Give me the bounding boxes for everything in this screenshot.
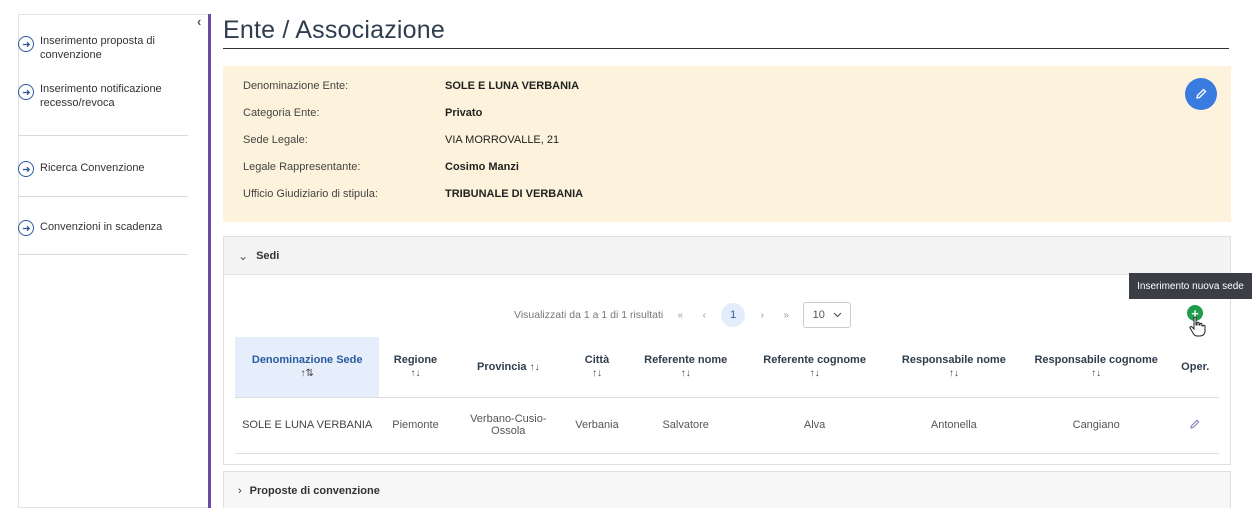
sidebar-item-label: Ricerca Convenzione	[40, 162, 145, 174]
page-size-value: 10	[812, 309, 825, 321]
cell-responsabile-cognome: Cangiano	[1020, 397, 1172, 454]
cell-oper	[1171, 397, 1219, 454]
sedi-header-label: Sedi	[256, 249, 280, 262]
sidebar-item-ricerca-convenzione[interactable]: Ricerca Convenzione	[18, 159, 145, 177]
info-value: Cosimo Manzi	[445, 161, 519, 173]
edit-ente-button[interactable]	[1185, 78, 1217, 110]
info-label: Ufficio Giudiziario di stipula:	[243, 188, 378, 200]
info-value: VIA MORROVALLE, 21	[445, 134, 560, 146]
cell-citta: Verbania	[565, 397, 629, 454]
arrow-right-circle-icon	[18, 161, 34, 177]
sidebar-item-inserimento-notificazione[interactable]: Inserimento notificazione recesso/revoca	[18, 82, 162, 110]
info-row-denominazione: Denominazione Ente: SOLE E LUNA VERBANIA	[243, 80, 579, 92]
sort-icon: ↑↓	[529, 361, 540, 373]
ente-info-panel: Denominazione Ente: SOLE E LUNA VERBANIA…	[223, 66, 1231, 222]
sort-icon: ↑↓	[1091, 368, 1102, 380]
add-sede-tooltip: Inserimento nuova sede	[1129, 273, 1252, 299]
pencil-icon	[1196, 88, 1207, 99]
sidebar-separator	[18, 135, 188, 136]
sort-icon: ↑↓	[948, 368, 959, 380]
info-label: Denominazione Ente:	[243, 80, 349, 92]
sort-icon: ↑↓	[809, 368, 820, 380]
title-divider	[223, 48, 1229, 49]
info-label: Legale Rappresentante:	[243, 161, 361, 173]
col-citta[interactable]: Città ↑↓	[565, 337, 629, 398]
chevron-down-icon	[833, 312, 842, 318]
arrow-right-circle-icon	[18, 36, 34, 52]
info-row-legale-rappresentante: Legale Rappresentante: Cosimo Manzi	[243, 161, 519, 173]
sidebar-separator	[18, 254, 188, 255]
sort-icon: ↑↓	[592, 368, 602, 380]
current-page-button[interactable]: 1	[721, 303, 746, 327]
proposte-header-label: Proposte di convenzione	[249, 485, 380, 497]
sidebar-divider	[208, 14, 211, 508]
col-denominazione-sede[interactable]: Denominazione Sede ↑⇅	[235, 337, 380, 398]
sidebar-separator	[18, 196, 188, 197]
col-responsabile-cognome[interactable]: Responsabile cognome ↑↓	[1020, 337, 1172, 398]
next-page-button[interactable]: ›	[755, 310, 769, 321]
table-header-row: Denominazione Sede ↑⇅ Regione ↑↓ Provincia…	[235, 337, 1219, 398]
cell-regione: Piemonte	[379, 397, 452, 454]
cell-denominazione: SOLE E LUNA VERBANIA	[235, 397, 380, 454]
col-provincia[interactable]: Provincia ↑↓	[451, 337, 566, 398]
sort-asc-icon: ↑⇅	[300, 368, 314, 380]
sort-icon: ↑↓	[410, 368, 421, 380]
chevron-right-icon: ›	[238, 485, 242, 497]
sidebar-item-inserimento-proposta[interactable]: Inserimento proposta di convenzione	[18, 34, 155, 62]
table-row: SOLE E LUNA VERBANIA Piemonte Verbano-Cu…	[235, 397, 1219, 454]
sedi-accordion-header[interactable]: ⌄ Sedi	[224, 237, 1230, 275]
chevron-down-icon: ⌄	[238, 248, 249, 263]
info-label: Sede Legale:	[243, 134, 308, 146]
pencil-icon	[1190, 419, 1200, 429]
arrow-right-circle-icon	[18, 220, 34, 236]
col-regione[interactable]: Regione ↑↓	[379, 337, 452, 398]
hand-cursor-icon	[1189, 316, 1206, 337]
page-size-select[interactable]: 10	[803, 302, 852, 328]
info-row-sede-legale: Sede Legale: VIA MORROVALLE, 21	[243, 134, 559, 146]
col-referente-cognome[interactable]: Referente cognome ↑↓	[742, 337, 887, 398]
prev-page-button[interactable]: ‹	[697, 310, 711, 321]
edit-sede-button[interactable]	[1189, 418, 1201, 433]
sidebar-item-label: Inserimento notificazione recesso/revoca	[40, 83, 162, 109]
last-page-button[interactable]: »	[779, 310, 793, 321]
info-row-categoria: Categoria Ente: Privato	[243, 107, 482, 119]
cell-referente-nome: Salvatore	[628, 397, 743, 454]
sedi-accordion: ⌄ Sedi Visualizzati da 1 a 1 di 1 risult…	[223, 236, 1231, 465]
sidebar-item-label: Convenzioni in scadenza	[40, 221, 163, 233]
proposte-accordion: › Proposte di convenzione	[223, 471, 1231, 508]
cell-referente-cognome: Alva	[742, 397, 887, 454]
info-value: SOLE E LUNA VERBANIA	[445, 80, 580, 92]
cell-responsabile-nome: Antonella	[886, 397, 1021, 454]
sidebar-item-convenzioni-scadenza[interactable]: Convenzioni in scadenza	[18, 218, 162, 236]
sedi-table: Denominazione Sede ↑⇅ Regione ↑↓ Provincia…	[235, 337, 1219, 454]
pagination-summary: Visualizzati da 1 a 1 di 1 risultati	[514, 309, 664, 321]
sidebar-collapse-icon[interactable]: ‹	[197, 14, 201, 29]
page-title: Ente / Associazione	[223, 16, 445, 44]
arrow-right-circle-icon	[18, 84, 34, 100]
col-oper: Oper.	[1171, 337, 1219, 398]
pagination: Visualizzati da 1 a 1 di 1 risultati « ‹…	[514, 302, 852, 328]
first-page-button[interactable]: «	[673, 310, 687, 321]
info-label: Categoria Ente:	[243, 107, 320, 119]
cell-provincia: Verbano-Cusio- Ossola	[451, 397, 566, 454]
sidebar-item-label: Inserimento proposta di convenzione	[40, 35, 155, 61]
sort-icon: ↑↓	[680, 368, 691, 380]
col-responsabile-nome[interactable]: Responsabile nome ↑↓	[886, 337, 1021, 398]
info-value: Privato	[445, 107, 483, 119]
info-value: TRIBUNALE DI VERBANIA	[445, 188, 584, 200]
info-row-ufficio-giudiziario: Ufficio Giudiziario di stipula: TRIBUNAL…	[243, 188, 583, 200]
proposte-accordion-header[interactable]: › Proposte di convenzione	[224, 472, 1230, 508]
col-referente-nome[interactable]: Referente nome ↑↓	[628, 337, 743, 398]
